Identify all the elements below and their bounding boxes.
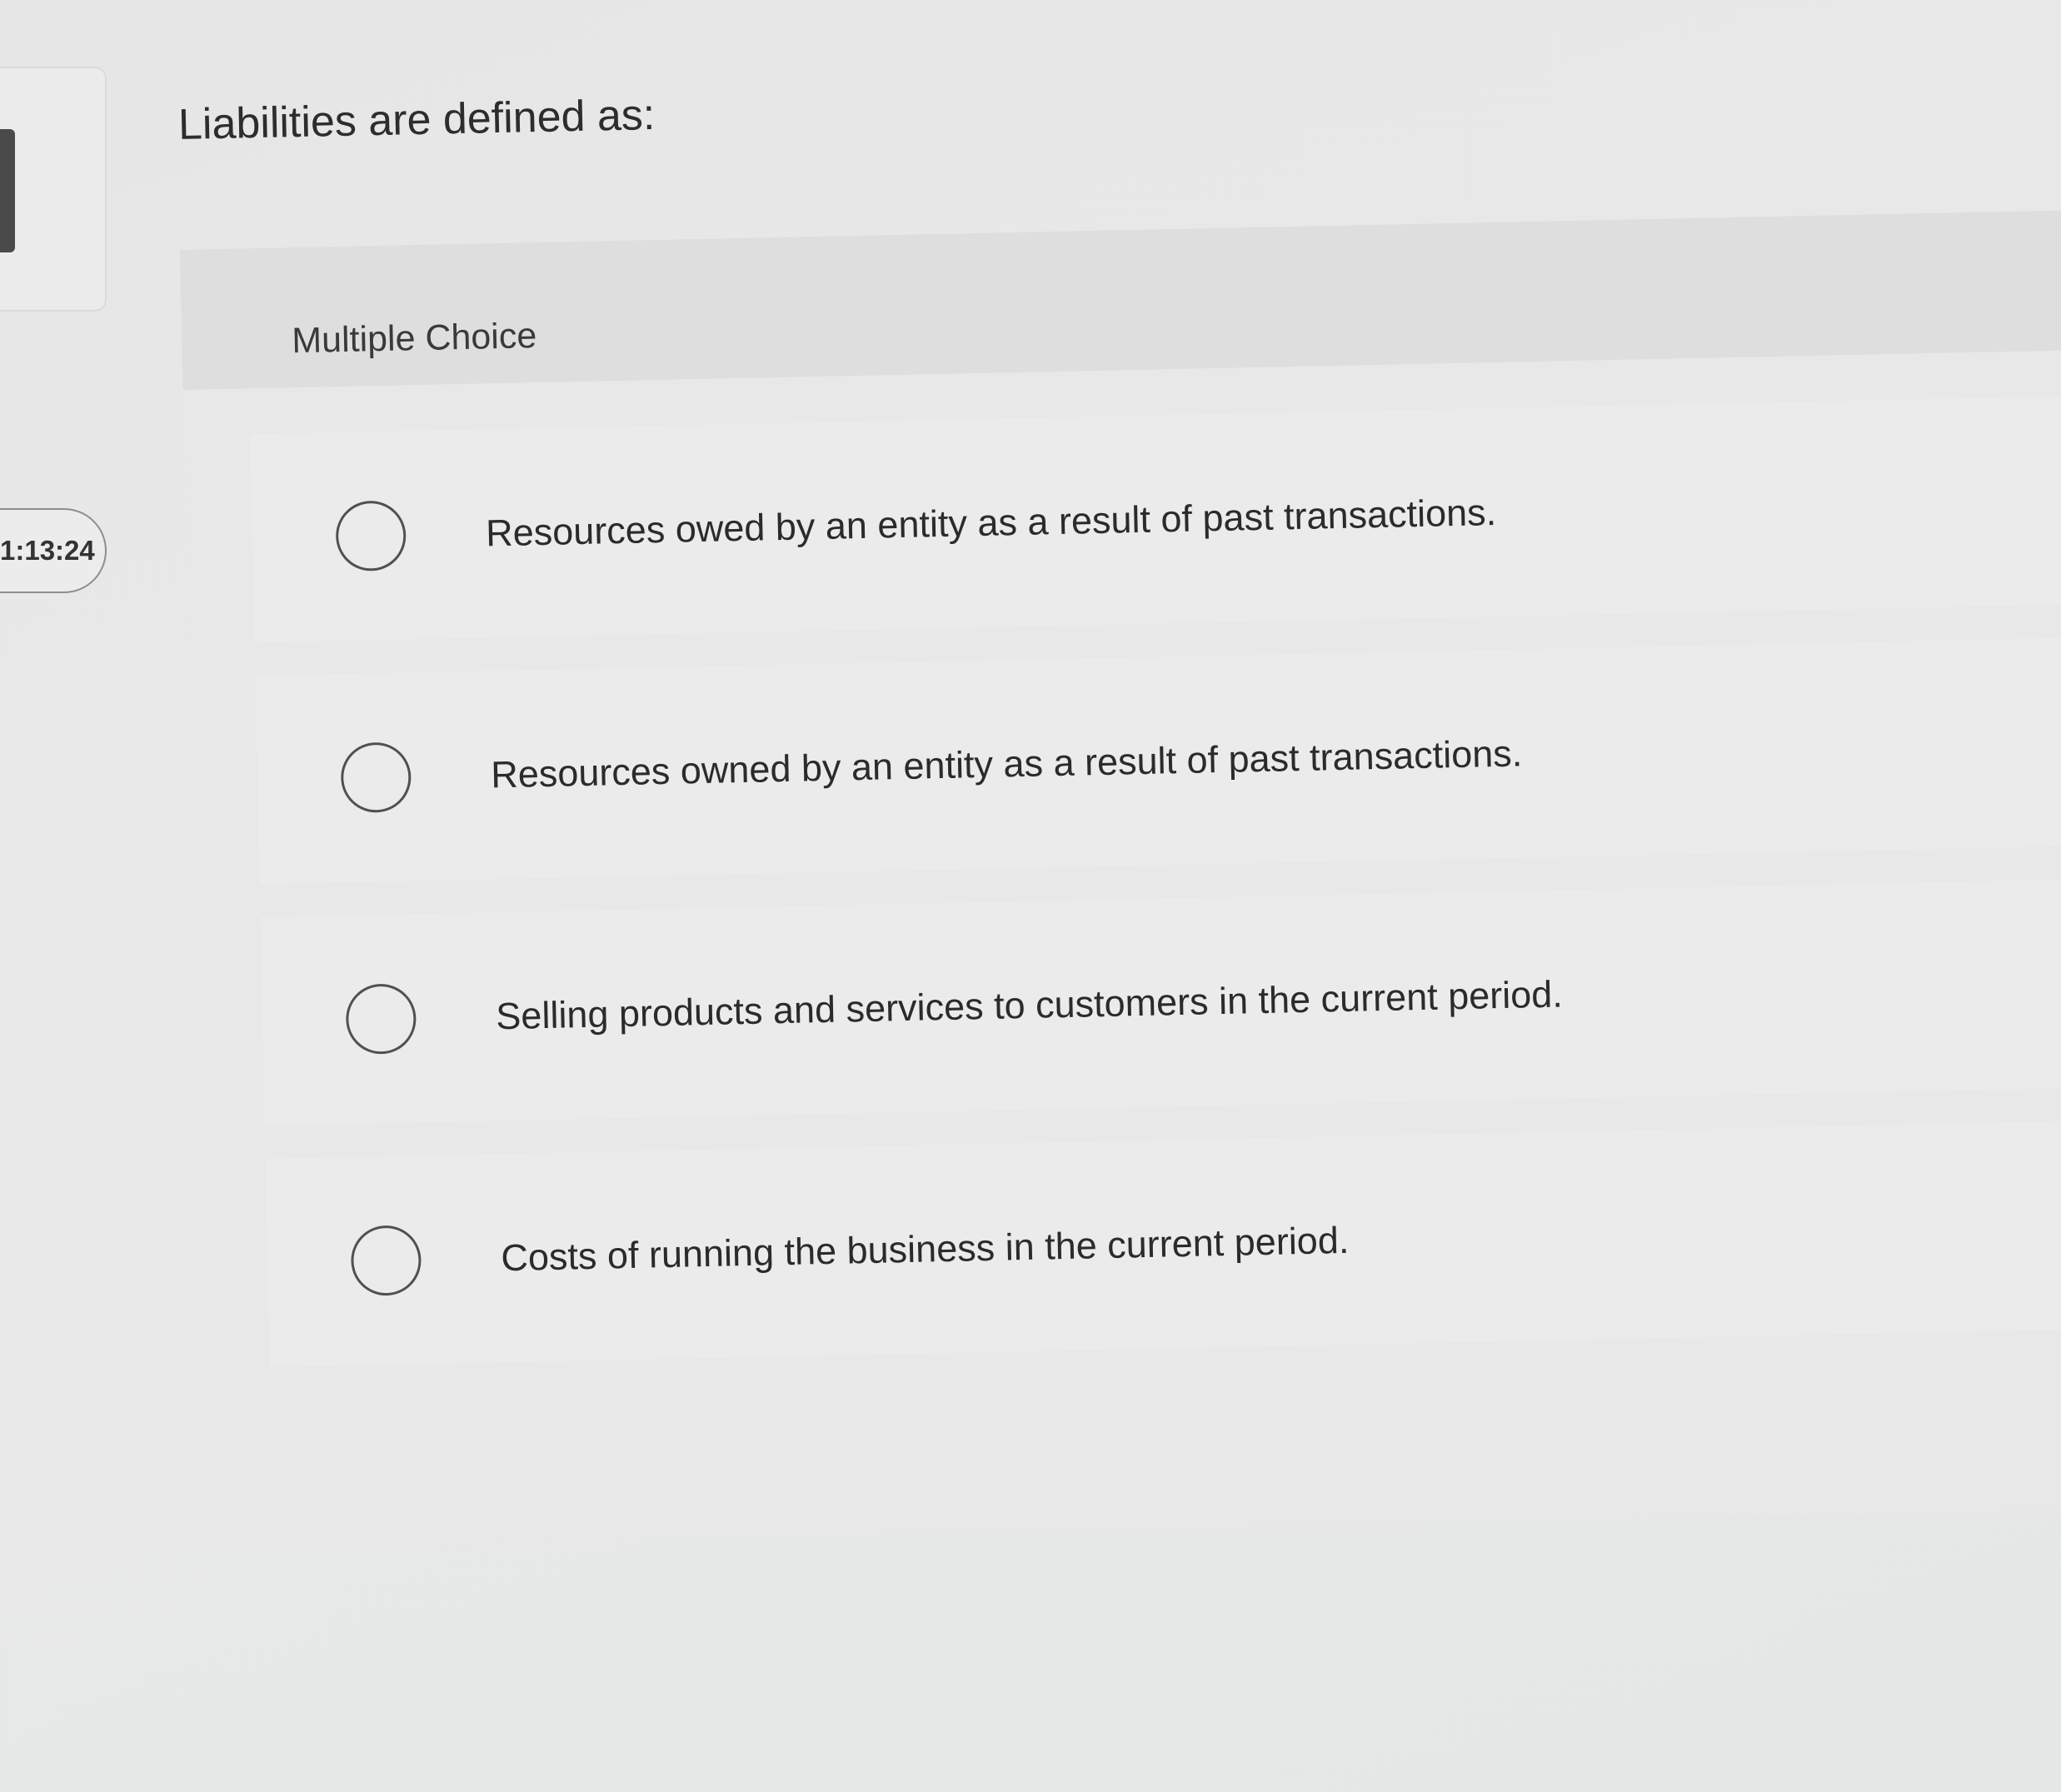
radio-circle-icon[interactable] (340, 741, 412, 814)
option-4[interactable]: Costs of running the business in the cur… (265, 1121, 2061, 1368)
option-label: Resources owed by an entity as a result … (485, 490, 1497, 555)
option-label: Costs of running the business in the cur… (500, 1218, 1350, 1280)
radio-circle-icon[interactable] (335, 500, 407, 572)
option-label: Selling products and services to custome… (495, 972, 1564, 1038)
option-2[interactable]: Resources owned by an entity as a result… (255, 637, 2061, 885)
option-3[interactable]: Selling products and services to custome… (260, 879, 2061, 1126)
options-list: Resources owed by an entity as a result … (182, 349, 2061, 1550)
timer-badge: 1:13:24 (0, 508, 107, 593)
quiz-page: 1:13:24 Liabilities are defined as: Mult… (0, 0, 2061, 1792)
option-label: Resources owned by an entity as a result… (490, 731, 1523, 796)
radio-circle-icon[interactable] (350, 1225, 422, 1296)
option-1[interactable]: Resources owed by an entity as a result … (250, 396, 2061, 643)
progress-bar (0, 129, 15, 252)
timer-label: 1:13:24 (0, 535, 95, 566)
question-nav-panel[interactable] (0, 67, 107, 312)
question-type-label: Multiple Choice (291, 316, 537, 362)
answer-card: Multiple Choice Resources owed by an ent… (180, 209, 2061, 1550)
radio-circle-icon[interactable] (345, 983, 417, 1056)
question-text: Liabilities are defined as: (177, 91, 656, 149)
